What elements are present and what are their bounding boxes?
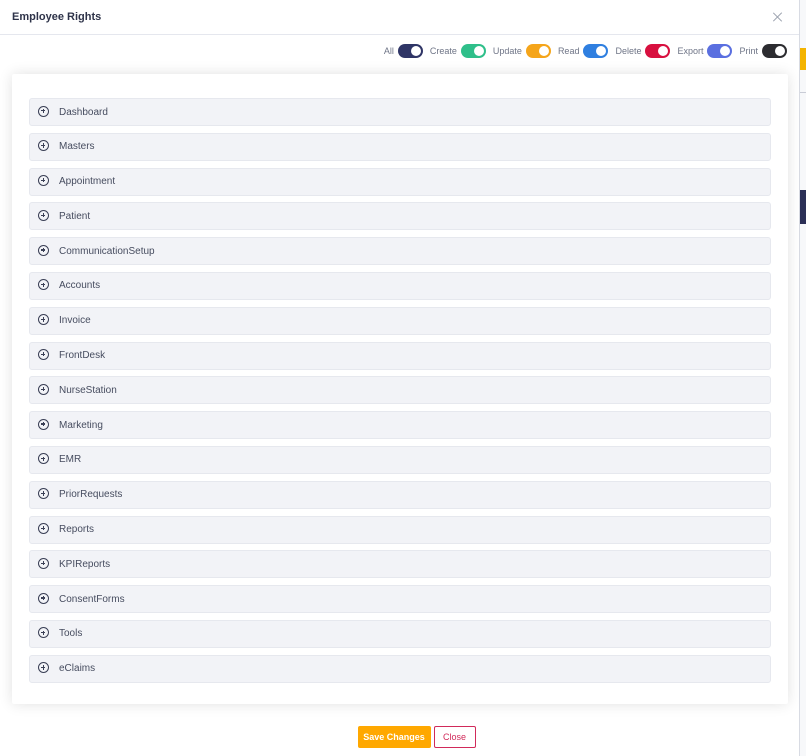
modal-header: Employee Rights — [0, 0, 799, 35]
plus-circle-icon — [38, 418, 49, 430]
backdrop-accent — [800, 48, 806, 70]
backdrop-divider — [800, 92, 806, 93]
plus-circle-icon — [38, 175, 49, 187]
accordion-item[interactable]: EMR — [29, 445, 771, 474]
accordion-item[interactable]: Patient — [29, 202, 771, 231]
plus-circle-icon — [38, 244, 49, 256]
accordion-item[interactable]: KPIReports — [29, 550, 771, 579]
save-changes-button[interactable]: Save Changes — [357, 726, 431, 748]
toggle-label-create: Create — [429, 46, 457, 56]
accordion-item[interactable]: Accounts — [29, 271, 771, 300]
accordion-item-label: Dashboard — [59, 106, 108, 118]
toggle-switch-export[interactable] — [707, 44, 733, 58]
accordion-item[interactable]: PriorRequests — [29, 480, 771, 509]
plus-circle-icon — [38, 314, 49, 326]
plus-circle-icon — [38, 279, 49, 291]
toggle-switch-create[interactable] — [460, 44, 486, 58]
plus-circle-icon — [38, 627, 49, 639]
toggle-label-read: Read — [557, 46, 580, 56]
toggle-label-export: Export — [677, 46, 704, 56]
accordion-item[interactable]: Invoice — [29, 306, 771, 335]
toggle-switch-read[interactable] — [583, 44, 609, 58]
accordion-item-label: Reports — [59, 524, 95, 536]
accordion-item-label: Accounts — [59, 280, 101, 292]
toggle-switch-print[interactable] — [762, 44, 787, 58]
toggle-group-all: All — [384, 44, 423, 58]
accordion-item[interactable]: Tools — [29, 619, 771, 648]
accordion-item-label: EMR — [59, 454, 82, 466]
backdrop-bar — [800, 190, 806, 224]
accordion-item[interactable]: NurseStation — [29, 376, 771, 405]
toggle-knob — [775, 46, 785, 56]
toggle-group-update: Update — [493, 44, 551, 58]
accordion-item[interactable]: ConsentForms — [29, 585, 771, 614]
accordion-item[interactable]: Dashboard — [29, 98, 771, 126]
accordion-item[interactable]: FrontDesk — [29, 341, 771, 370]
toggle-knob — [720, 46, 731, 56]
toggle-knob — [410, 46, 421, 56]
toggle-group-create: Create — [430, 44, 486, 58]
accordion-item-label: Appointment — [59, 176, 116, 188]
accordion-item-label: NurseStation — [59, 384, 117, 396]
accordion-item-label: PriorRequests — [59, 489, 123, 501]
toggle-knob — [538, 46, 549, 56]
accordion-item-label: KPIReports — [59, 558, 111, 570]
toggle-group-print: Print — [739, 44, 787, 58]
modal-title: Employee Rights — [12, 11, 102, 23]
accordion-item[interactable]: Reports — [29, 515, 771, 544]
toggle-label-print: Print — [739, 46, 758, 56]
accordion-item[interactable]: Marketing — [29, 411, 771, 440]
plus-circle-icon — [38, 523, 49, 535]
plus-circle-icon — [38, 383, 49, 395]
plus-circle-icon — [38, 662, 49, 674]
accordion-item-label: Tools — [59, 628, 83, 640]
accordion-item-label: CommunicationSetup — [59, 245, 155, 257]
accordion-item-label: Marketing — [59, 419, 103, 431]
modules-accordion: Dashboard Masters Appointment Patient Commun… — [12, 74, 788, 704]
close-icon[interactable] — [771, 10, 785, 24]
modal-footer: Save Changes Close — [0, 726, 800, 748]
accordion-item[interactable]: Appointment — [29, 167, 771, 196]
toggle-label-delete: Delete — [615, 46, 642, 56]
accordion-item[interactable]: CommunicationSetup — [29, 237, 771, 266]
plus-circle-icon — [38, 488, 49, 500]
toggle-group-export: Export — [677, 44, 733, 58]
accordion-item-label: eClaims — [59, 663, 96, 675]
accordion-item-label: ConsentForms — [59, 593, 125, 605]
plus-circle-icon — [38, 453, 49, 465]
accordion-item-label: FrontDesk — [59, 350, 106, 362]
accordion-item[interactable]: Masters — [29, 132, 771, 161]
accordion-item-label: Invoice — [59, 315, 91, 327]
toggle-knob — [473, 46, 484, 56]
toggle-group-delete: Delete — [615, 44, 671, 58]
close-button[interactable]: Close — [433, 726, 476, 748]
toggle-knob — [658, 46, 669, 56]
toggle-knob — [596, 46, 607, 56]
permission-toggles: All Create Update Read Delete Export Print — [377, 44, 787, 58]
plus-circle-icon — [38, 557, 49, 569]
plus-circle-icon — [38, 140, 49, 152]
toggle-switch-all[interactable] — [397, 44, 423, 58]
employee-rights-modal: Employee Rights All Create Update Read Delet… — [0, 0, 800, 756]
toggle-label-update: Update — [492, 46, 522, 56]
accordion-item-label: Patient — [59, 210, 91, 222]
plus-circle-icon — [38, 209, 49, 221]
plus-circle-icon — [38, 592, 49, 604]
toggle-group-read: Read — [558, 44, 609, 58]
accordion-item[interactable]: eClaims — [29, 654, 771, 683]
toggle-switch-update[interactable] — [525, 44, 551, 58]
plus-circle-icon — [38, 105, 49, 117]
plus-circle-icon — [38, 349, 49, 361]
toggle-label-all: All — [383, 46, 394, 56]
accordion-item-label: Masters — [59, 141, 95, 153]
toggle-switch-delete[interactable] — [645, 44, 671, 58]
